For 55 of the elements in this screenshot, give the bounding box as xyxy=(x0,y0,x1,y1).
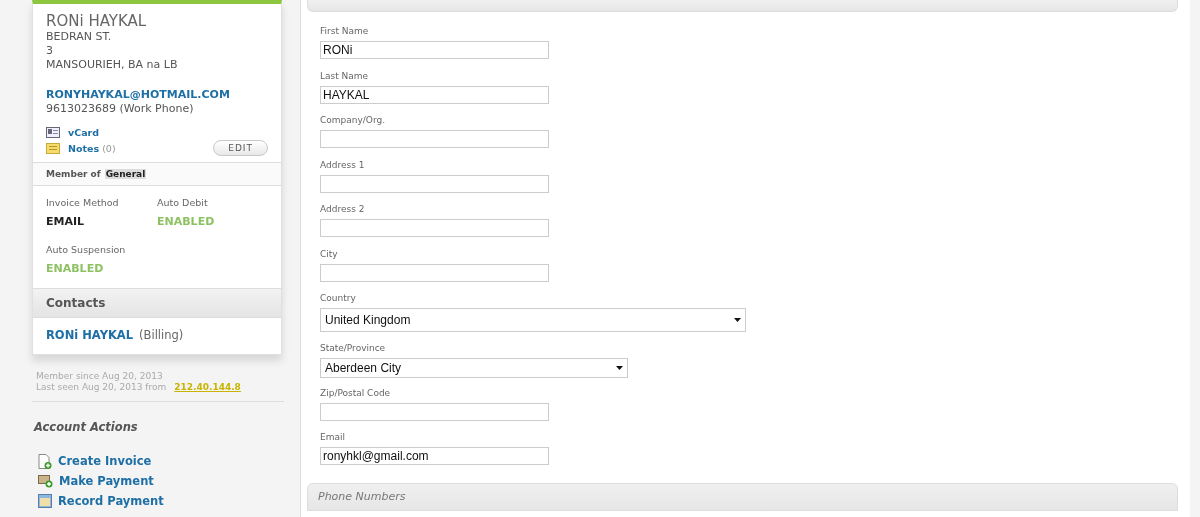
dropdown[interactable]: Aberdeen City xyxy=(320,358,628,378)
field-label: City xyxy=(320,248,339,260)
field-label: Address 1 xyxy=(320,159,366,171)
field-label: Address 2 xyxy=(320,204,366,215)
field-label: First Name xyxy=(320,26,370,37)
input-field[interactable]: ronyhkl@gmail.com xyxy=(320,447,549,465)
input-field[interactable] xyxy=(320,263,549,282)
setting-value: ENABLED xyxy=(157,215,216,228)
section-header: Phone Numbers xyxy=(307,482,1178,511)
contacts-header: Contacts xyxy=(33,288,281,317)
input-field[interactable] xyxy=(320,219,549,237)
address-line: MANSOURIEH, BA na LB xyxy=(46,58,179,72)
section-title: Account Actions xyxy=(34,420,139,434)
address-line: BEDRAN ST. xyxy=(46,30,113,44)
phone-text: 9613023689 (Work Phone) xyxy=(46,102,195,116)
action-link[interactable]: Make Payment xyxy=(59,474,154,488)
field-label: State/Province xyxy=(320,343,387,354)
input-field[interactable] xyxy=(320,130,549,148)
last-seen-text: Last seen Aug 20, 2013 from xyxy=(36,382,167,393)
input-field[interactable] xyxy=(320,174,549,193)
ledger-icon xyxy=(38,494,52,508)
contact-link[interactable]: RONi HAYKAL xyxy=(46,328,134,342)
field-label: Last Name xyxy=(320,70,370,82)
input-field[interactable]: RONi xyxy=(320,41,549,59)
notes-link[interactable]: Notes xyxy=(68,142,100,154)
setting-value: EMAIL xyxy=(46,215,86,228)
notes-count: (0) xyxy=(102,142,116,154)
caret-icon xyxy=(616,366,623,370)
email-link[interactable]: RONYHAYKAL@HOTMAIL.COM xyxy=(46,88,268,102)
field-label: Country xyxy=(320,293,357,304)
document-plus-icon xyxy=(38,453,52,469)
note-icon xyxy=(46,142,60,154)
money-plus-icon xyxy=(38,474,53,488)
vcard-link[interactable]: vCard xyxy=(68,126,100,138)
input-field[interactable]: HAYKAL xyxy=(320,85,549,104)
setting-label: Auto Debit xyxy=(157,197,209,208)
field-label: Zip/Postal Code xyxy=(320,387,392,399)
caret-icon xyxy=(734,318,741,322)
group-tag: General xyxy=(104,169,147,179)
member-since-text: Member since Aug 20, 2013 xyxy=(36,371,164,382)
contact-role: (Billing) xyxy=(139,328,184,342)
setting-label: Invoice Method xyxy=(46,197,120,208)
field-label: Company/Org. xyxy=(320,115,387,126)
edit-button[interactable]: EDIT xyxy=(213,140,268,156)
contact-name: RONi HAYKAL xyxy=(46,12,148,30)
dropdown[interactable]: United Kingdom xyxy=(320,308,746,332)
vcard-icon xyxy=(46,126,60,138)
field-label: Email xyxy=(320,432,346,443)
action-link[interactable]: Create Invoice xyxy=(58,454,152,468)
address-line: 3 xyxy=(46,44,54,58)
action-link[interactable]: Record Payment xyxy=(58,494,164,508)
input-field[interactable] xyxy=(320,402,549,421)
member-label: Member of xyxy=(46,169,101,179)
setting-label: Auto Suspension xyxy=(46,244,127,255)
setting-value: ENABLED xyxy=(46,262,105,275)
